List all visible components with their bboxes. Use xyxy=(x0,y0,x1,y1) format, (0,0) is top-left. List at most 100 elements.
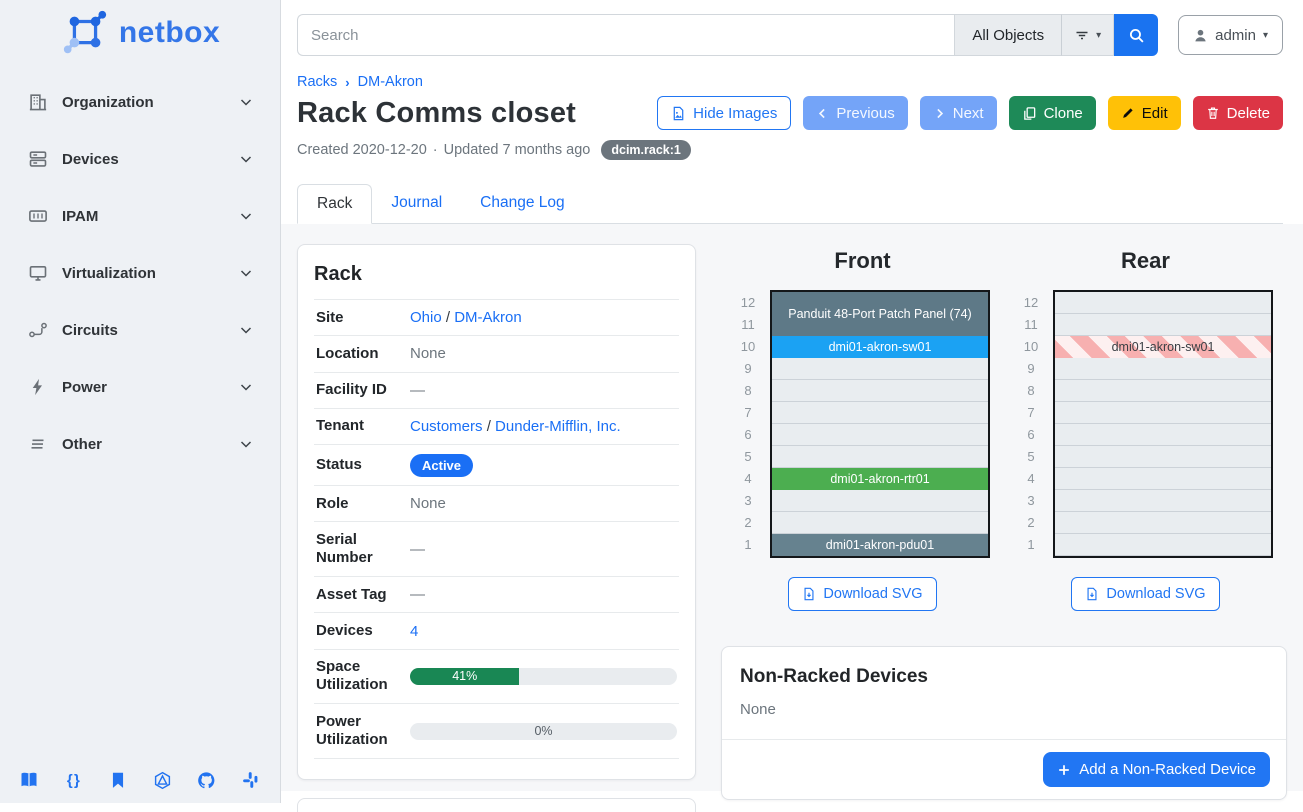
rack-unit-number: 10 xyxy=(1018,336,1044,358)
breadcrumb-site-link[interactable]: DM-Akron xyxy=(358,74,423,90)
rack-empty-unit[interactable] xyxy=(772,358,988,380)
rack-empty-unit[interactable] xyxy=(772,424,988,446)
previous-button[interactable]: Previous xyxy=(803,96,907,130)
caret-down-icon: ▾ xyxy=(1096,30,1101,41)
tenant-link[interactable]: Dunder-Mifflin, Inc. xyxy=(495,418,621,435)
rack-empty-unit[interactable] xyxy=(772,446,988,468)
slack-icon[interactable] xyxy=(241,770,261,790)
edit-button[interactable]: Edit xyxy=(1108,96,1181,130)
field-value: — xyxy=(410,382,677,399)
site-region-link[interactable]: Ohio xyxy=(410,309,442,326)
tab-rack[interactable]: Rack xyxy=(297,184,372,224)
monitor-icon xyxy=(28,263,48,283)
next-button[interactable]: Next xyxy=(920,96,997,130)
space-utilization-label: 41% xyxy=(452,669,477,683)
action-buttons: Hide Images Previous Next Clone Edit xyxy=(657,96,1283,130)
rack-unit-number: 12 xyxy=(1018,292,1044,314)
rack-device[interactable]: Panduit 48-Port Patch Panel (74) xyxy=(772,292,988,336)
front-download-svg-button[interactable]: Download SVG xyxy=(788,577,936,611)
tenant-group-link[interactable]: Customers xyxy=(410,418,483,435)
field-devices: Devices 4 xyxy=(314,612,679,648)
chevron-right-icon xyxy=(933,107,946,120)
value-separator: / xyxy=(446,309,450,326)
graphql-icon[interactable] xyxy=(152,770,172,790)
sidebar-item-devices[interactable]: Devices xyxy=(8,139,272,179)
rack-device[interactable]: dmi01-akron-pdu01 xyxy=(772,534,988,556)
topbar: All Objects ▾ admin ▾ xyxy=(297,14,1283,56)
tab-changelog[interactable]: Change Log xyxy=(461,184,583,223)
rack-empty-unit[interactable] xyxy=(1055,402,1271,424)
sidebar-item-circuits[interactable]: Circuits xyxy=(8,310,272,350)
user-menu-button[interactable]: admin ▾ xyxy=(1178,15,1283,55)
rack-empty-unit[interactable] xyxy=(1055,468,1271,490)
rack-empty-unit[interactable] xyxy=(772,402,988,424)
delete-button[interactable]: Delete xyxy=(1193,96,1283,130)
rack-device[interactable]: dmi01-akron-sw01 xyxy=(1055,336,1271,358)
hide-images-button[interactable]: Hide Images xyxy=(657,96,791,130)
rack-unit-number: 1 xyxy=(735,534,761,556)
chevron-down-icon xyxy=(238,322,254,338)
field-label: Role xyxy=(316,495,410,513)
rack-device[interactable]: dmi01-akron-sw01 xyxy=(772,336,988,358)
tab-journal[interactable]: Journal xyxy=(372,184,461,223)
rack-empty-unit[interactable] xyxy=(772,490,988,512)
rack-unit-number: 11 xyxy=(1018,314,1044,336)
edit-label: Edit xyxy=(1142,105,1168,122)
search-input[interactable] xyxy=(297,14,954,56)
field-label: Devices xyxy=(316,622,410,640)
copy-icon xyxy=(1022,106,1037,121)
sidebar-item-other[interactable]: Other xyxy=(8,424,272,464)
field-location: Location None xyxy=(314,335,679,371)
netbox-wordmark: netbox xyxy=(119,16,220,50)
search-filter-button[interactable]: ▾ xyxy=(1061,14,1114,56)
next-panel-stub xyxy=(297,798,696,812)
rack-device[interactable]: dmi01-akron-rtr01 xyxy=(772,468,988,490)
rack-empty-unit[interactable] xyxy=(772,380,988,402)
rack-empty-unit[interactable] xyxy=(1055,358,1271,380)
tab-content: Rack Site Ohio / DM-Akron Location None xyxy=(281,224,1303,791)
download-svg-label: Download SVG xyxy=(1106,586,1205,602)
netbox-logo[interactable]: netbox xyxy=(0,0,280,60)
devices-count-link[interactable]: 4 xyxy=(410,623,418,640)
sidebar-item-ipam[interactable]: IPAM xyxy=(8,196,272,236)
global-search: All Objects ▾ xyxy=(297,14,1158,56)
rack-empty-unit[interactable] xyxy=(1055,446,1271,468)
server-icon xyxy=(28,149,48,169)
rear-elevation: Rear 121110987654321 dmi01-akron-sw01 Do… xyxy=(1004,244,1287,611)
rack-empty-unit[interactable] xyxy=(1055,314,1271,336)
sidebar-item-power[interactable]: Power xyxy=(8,367,272,407)
api-braces-icon[interactable]: { } xyxy=(63,770,83,790)
site-link[interactable]: DM-Akron xyxy=(454,309,522,326)
sidebar-item-virtualization[interactable]: Virtualization xyxy=(8,253,272,293)
field-label: Serial Number xyxy=(316,531,410,568)
rack-empty-unit[interactable] xyxy=(772,512,988,534)
rack-empty-unit[interactable] xyxy=(1055,534,1271,556)
bookmark-icon[interactable] xyxy=(108,770,128,790)
sidebar-nav: Organization Devices IPAM Virtualization… xyxy=(0,82,280,464)
rack-empty-unit[interactable] xyxy=(1055,512,1271,534)
non-racked-empty-text: None xyxy=(722,688,1286,740)
power-utilization-bar: 0% xyxy=(410,723,677,740)
breadcrumb-racks-link[interactable]: Racks xyxy=(297,74,337,90)
next-label: Next xyxy=(953,105,984,122)
sidebar-footer: { } xyxy=(0,770,280,790)
search-submit-button[interactable] xyxy=(1114,14,1158,56)
clone-button[interactable]: Clone xyxy=(1009,96,1096,130)
previous-label: Previous xyxy=(836,105,894,122)
rack-empty-unit[interactable] xyxy=(1055,424,1271,446)
add-non-racked-device-button[interactable]: Add a Non-Racked Device xyxy=(1043,752,1270,787)
rack-empty-unit[interactable] xyxy=(1055,490,1271,512)
docs-book-icon[interactable] xyxy=(19,770,39,790)
download-svg-label: Download SVG xyxy=(823,586,922,602)
rear-download-svg-button[interactable]: Download SVG xyxy=(1071,577,1219,611)
sidebar-item-organization[interactable]: Organization xyxy=(8,82,272,122)
rack-empty-unit[interactable] xyxy=(1055,292,1271,314)
github-icon[interactable] xyxy=(197,770,217,790)
rack-empty-unit[interactable] xyxy=(1055,380,1271,402)
rack-unit-number: 5 xyxy=(735,446,761,468)
field-label: Asset Tag xyxy=(316,586,410,604)
chevron-left-icon xyxy=(816,107,829,120)
space-utilization-fill: 41% xyxy=(410,668,519,685)
rack-unit-number: 2 xyxy=(735,512,761,534)
search-scope-button[interactable]: All Objects xyxy=(954,14,1061,56)
